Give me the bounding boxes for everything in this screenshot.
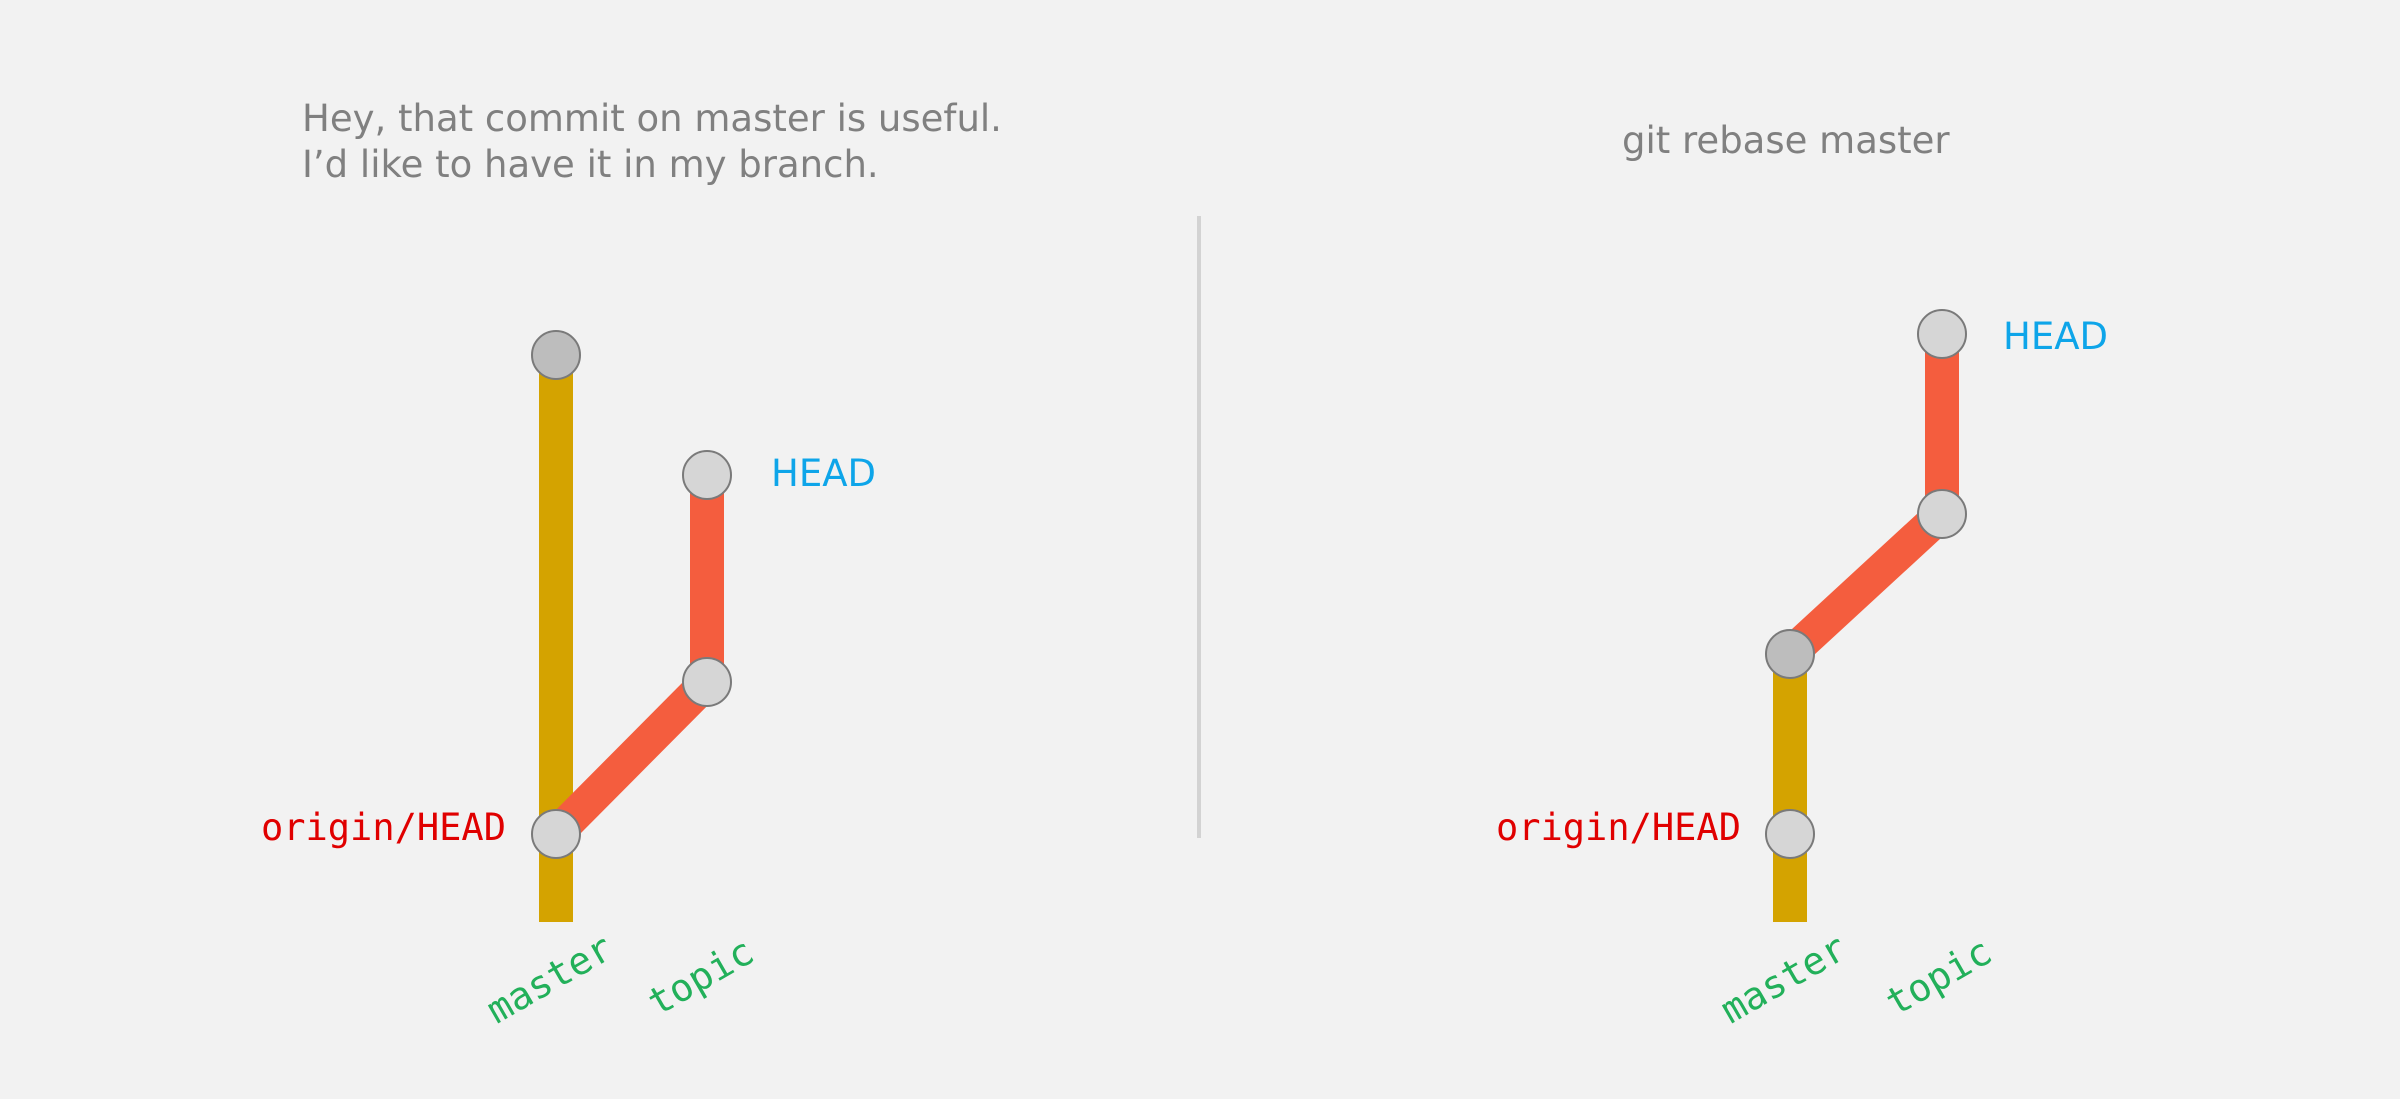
git-rebase-diagram: Hey, that commit on master is useful. I’… <box>261 97 2108 1032</box>
left-caption-line-1: Hey, that commit on master is useful. <box>302 97 1002 140</box>
left-topic-lane-diagonal <box>543 670 720 846</box>
right-topic-lane-diagonal <box>1778 501 1954 667</box>
right-master-tip-commit <box>1765 629 1815 679</box>
right-panel: git rebase master HEAD origin/HEAD maste… <box>1496 119 2108 1032</box>
right-topic-branch-label: topic <box>1878 929 1999 1024</box>
left-head-commit <box>682 450 732 500</box>
left-caption-line-2: I’d like to have it in my branch. <box>302 143 879 186</box>
left-head-label: HEAD <box>771 452 876 495</box>
left-topic-commit-1 <box>682 657 732 707</box>
left-master-tip-commit <box>531 330 581 380</box>
left-origin-head-label: origin/HEAD <box>261 806 506 849</box>
right-rebased-commit-1 <box>1917 489 1967 539</box>
left-origin-head-commit <box>531 809 581 859</box>
right-head-commit <box>1917 309 1967 359</box>
right-origin-head-commit <box>1765 809 1815 859</box>
right-head-label: HEAD <box>2003 315 2108 358</box>
left-topic-branch-label: topic <box>640 929 761 1024</box>
left-panel: Hey, that commit on master is useful. I’… <box>261 97 1002 1032</box>
right-master-branch-label: master <box>1713 925 1854 1032</box>
left-master-branch-label: master <box>479 925 620 1032</box>
right-caption: git rebase master <box>1622 119 1950 162</box>
right-origin-head-label: origin/HEAD <box>1496 806 1741 849</box>
